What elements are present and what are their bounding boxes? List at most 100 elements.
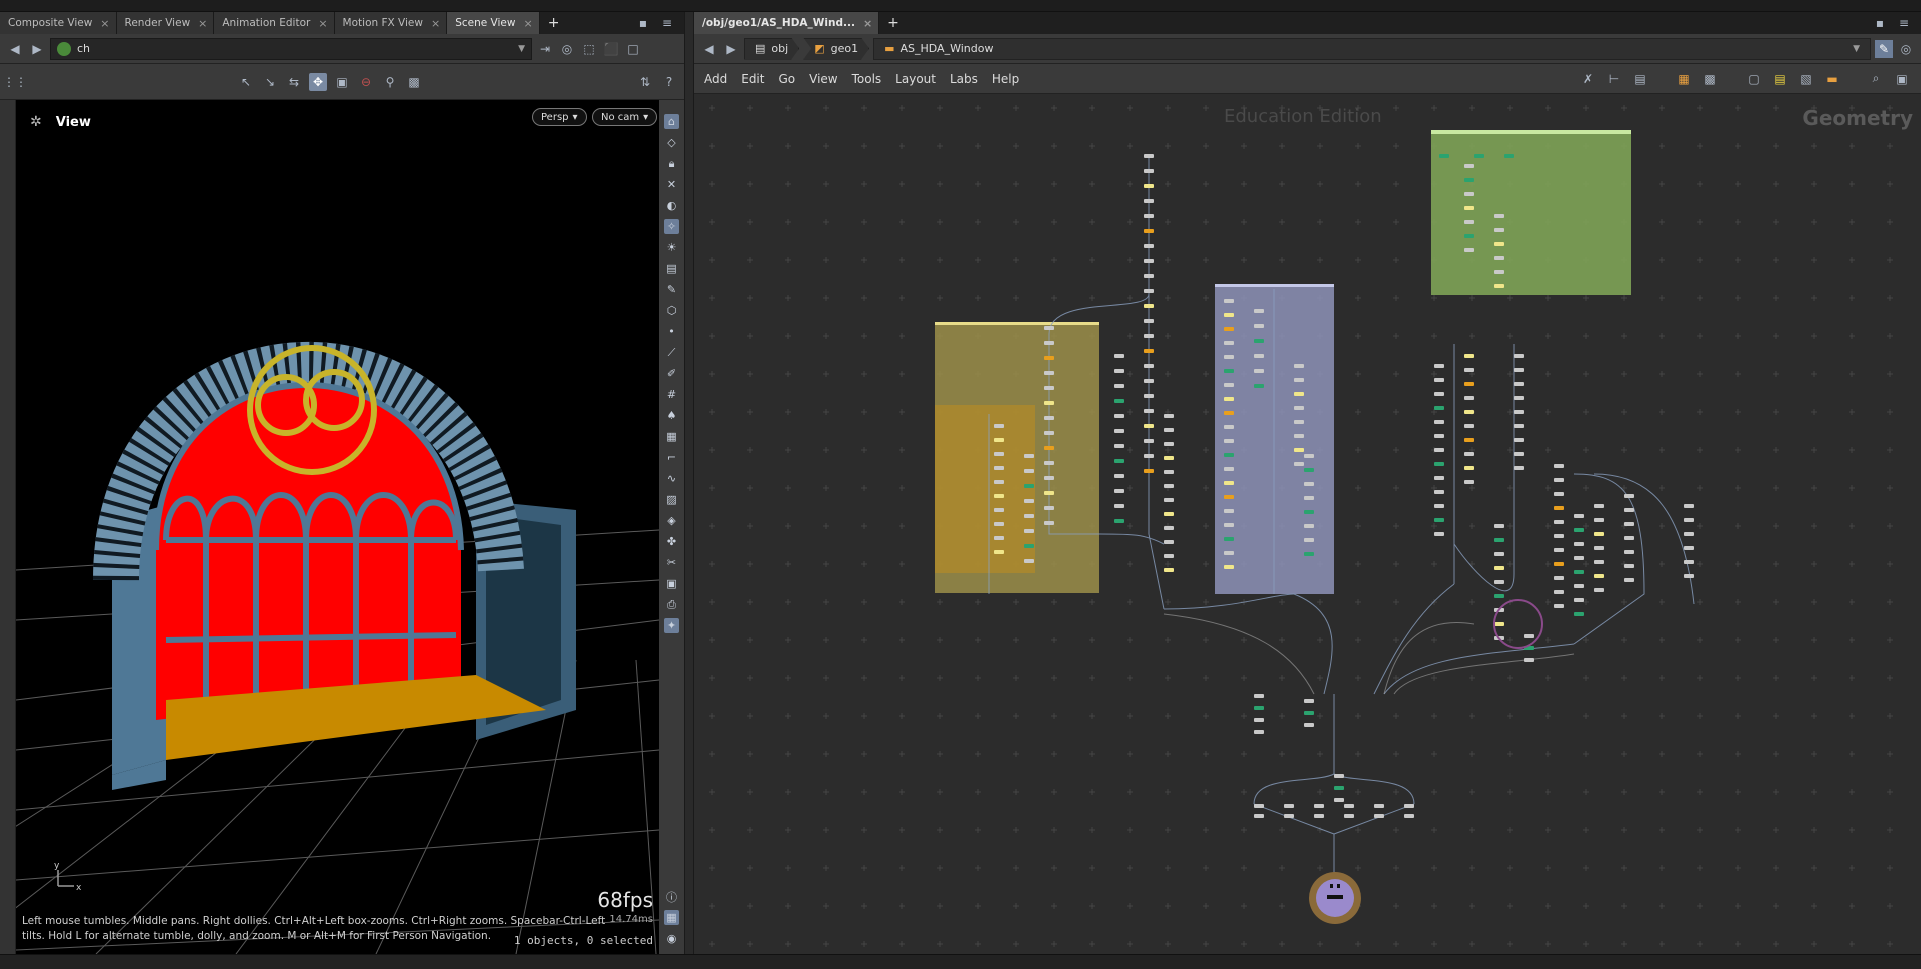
network-node[interactable] bbox=[1594, 518, 1604, 522]
network-node[interactable] bbox=[1574, 598, 1584, 602]
back-arrow-icon[interactable]: ◀ bbox=[6, 40, 24, 58]
network-node[interactable] bbox=[1294, 406, 1304, 410]
dot-icon[interactable]: ▬ bbox=[1823, 70, 1841, 88]
network-node[interactable] bbox=[1254, 694, 1264, 698]
network-node[interactable] bbox=[1304, 496, 1314, 500]
add-tab-button[interactable]: + bbox=[879, 12, 907, 34]
network-node[interactable] bbox=[994, 550, 1004, 554]
network-node[interactable] bbox=[1464, 368, 1474, 372]
network-node[interactable] bbox=[1254, 730, 1264, 734]
network-node[interactable] bbox=[1224, 355, 1234, 359]
network-node[interactable] bbox=[1024, 454, 1034, 458]
network-node[interactable] bbox=[994, 452, 1004, 456]
link-icon[interactable]: ◎ bbox=[1897, 40, 1915, 58]
handle-tool-icon[interactable]: ✥ bbox=[309, 72, 327, 91]
network-node[interactable] bbox=[1144, 229, 1154, 233]
network-box-orange[interactable] bbox=[935, 405, 1035, 573]
network-node[interactable] bbox=[1314, 804, 1324, 808]
menu-labs[interactable]: Labs bbox=[950, 72, 978, 86]
network-node[interactable] bbox=[1374, 804, 1384, 808]
network-node[interactable] bbox=[1464, 396, 1474, 400]
network-node[interactable] bbox=[1224, 495, 1234, 499]
network-node[interactable] bbox=[1494, 524, 1504, 528]
geometry-icon[interactable]: ⬡ bbox=[664, 303, 679, 318]
number-icon[interactable]: # bbox=[664, 387, 679, 402]
network-node[interactable] bbox=[1164, 526, 1174, 530]
network-node[interactable] bbox=[1114, 369, 1124, 373]
network-node[interactable] bbox=[1164, 568, 1174, 572]
render-region-icon[interactable]: ▣ bbox=[333, 73, 351, 91]
pin-icon[interactable]: ⇥ bbox=[536, 40, 554, 58]
network-node[interactable] bbox=[1254, 354, 1264, 358]
network-node[interactable] bbox=[1344, 814, 1354, 818]
light-icon[interactable]: ✧ bbox=[664, 219, 679, 234]
network-node[interactable] bbox=[1144, 184, 1154, 188]
network-node[interactable] bbox=[1574, 570, 1584, 574]
breadcrumb-geo1[interactable]: ◩ geo1 bbox=[803, 38, 869, 60]
network-node[interactable] bbox=[1024, 484, 1034, 488]
breadcrumb-obj[interactable]: ▤ obj bbox=[744, 38, 799, 60]
network-node[interactable] bbox=[1464, 466, 1474, 470]
network-node[interactable] bbox=[1504, 154, 1514, 158]
network-node[interactable] bbox=[1164, 470, 1174, 474]
network-node[interactable] bbox=[1514, 438, 1524, 442]
network-node[interactable] bbox=[1594, 532, 1604, 536]
network-node[interactable] bbox=[1284, 804, 1294, 808]
network-node[interactable] bbox=[1224, 509, 1234, 513]
network-node[interactable] bbox=[1044, 491, 1054, 495]
network-node[interactable] bbox=[1144, 379, 1154, 383]
network-node[interactable] bbox=[1494, 594, 1504, 598]
network-node[interactable] bbox=[1304, 468, 1314, 472]
display-icon[interactable]: ▤ bbox=[664, 261, 679, 276]
network-node[interactable] bbox=[994, 466, 1004, 470]
color-palette-icon[interactable]: ▦ bbox=[1675, 70, 1693, 88]
network-node[interactable] bbox=[1304, 538, 1314, 542]
network-node[interactable] bbox=[1114, 414, 1124, 418]
network-node[interactable] bbox=[1684, 504, 1694, 508]
network-node[interactable] bbox=[1254, 718, 1264, 722]
network-node[interactable] bbox=[1114, 429, 1124, 433]
network-node[interactable] bbox=[1434, 476, 1444, 480]
camera-view-icon[interactable]: ⌂ bbox=[664, 114, 679, 129]
network-node[interactable] bbox=[1254, 804, 1264, 808]
network-node[interactable] bbox=[1304, 454, 1314, 458]
network-node[interactable] bbox=[1144, 244, 1154, 248]
network-node[interactable] bbox=[1464, 424, 1474, 428]
network-node[interactable] bbox=[1684, 518, 1694, 522]
network-node[interactable] bbox=[1554, 464, 1564, 468]
network-node[interactable] bbox=[1144, 214, 1154, 218]
edge-icon[interactable]: ⟋ bbox=[664, 345, 679, 360]
network-node[interactable] bbox=[1144, 304, 1154, 308]
network-node[interactable] bbox=[1144, 334, 1154, 338]
network-node[interactable] bbox=[1224, 551, 1234, 555]
network-node[interactable] bbox=[1514, 452, 1524, 456]
network-node[interactable] bbox=[1024, 514, 1034, 518]
network-node[interactable] bbox=[1464, 248, 1474, 252]
network-node[interactable] bbox=[1044, 476, 1054, 480]
network-node[interactable] bbox=[1144, 289, 1154, 293]
network-node[interactable] bbox=[1024, 559, 1034, 563]
network-node[interactable] bbox=[1224, 467, 1234, 471]
network-node[interactable] bbox=[1574, 584, 1584, 588]
network-node[interactable] bbox=[1164, 554, 1174, 558]
network-node[interactable] bbox=[1224, 383, 1234, 387]
network-node[interactable] bbox=[1464, 164, 1474, 168]
network-node[interactable] bbox=[1464, 452, 1474, 456]
network-node[interactable] bbox=[1574, 612, 1584, 616]
network-node[interactable] bbox=[1294, 448, 1304, 452]
fluid-icon[interactable]: ✤ bbox=[664, 534, 679, 549]
network-node[interactable] bbox=[1524, 658, 1534, 662]
network-node[interactable] bbox=[1514, 410, 1524, 414]
network-box-icon[interactable]: ▢ bbox=[1745, 70, 1763, 88]
network-node[interactable] bbox=[1304, 711, 1314, 715]
move-tool-icon[interactable]: ↘ bbox=[261, 73, 279, 91]
network-node[interactable] bbox=[1464, 220, 1474, 224]
network-node[interactable] bbox=[1044, 506, 1054, 510]
wrench-icon[interactable]: ✗ bbox=[1579, 70, 1597, 88]
network-node[interactable] bbox=[1624, 508, 1634, 512]
network-node[interactable] bbox=[1144, 274, 1154, 278]
network-node[interactable] bbox=[1144, 154, 1154, 158]
tab-network-editor[interactable]: /obj/geo1/AS_HDA_Wind... × bbox=[694, 12, 880, 34]
network-node[interactable] bbox=[1334, 786, 1344, 790]
network-node[interactable] bbox=[1624, 550, 1634, 554]
